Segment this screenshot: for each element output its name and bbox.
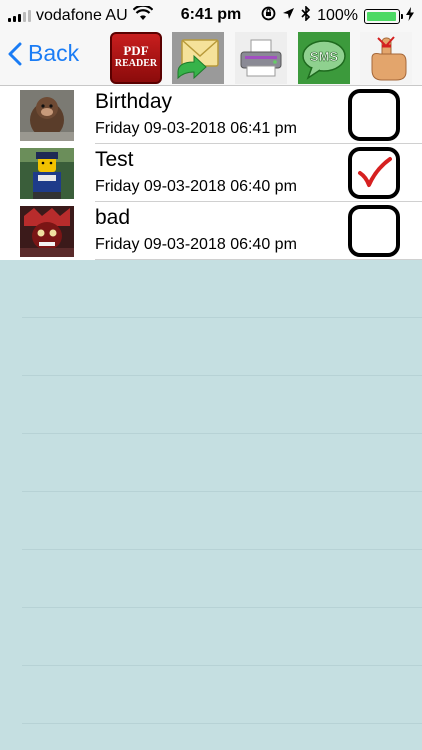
list-item[interactable]: bad Friday 09-03-2018 06:40 pm [0,202,422,260]
ruled-line [22,607,422,608]
ruled-line [22,723,422,724]
completion-checkbox[interactable] [348,205,400,257]
status-bar: vodafone AU 6:41 pm 100% [0,0,422,30]
item-title: bad [95,206,131,229]
checkmark-icon [358,157,392,187]
pdf-label: PDF [123,43,149,58]
bad-thumbnail [20,206,74,257]
location-arrow-icon [282,7,295,25]
print-button[interactable] [235,32,287,84]
battery-percent: 100% [317,7,358,24]
item-date: Friday 09-03-2018 06:40 pm [95,236,297,253]
back-button[interactable]: Back [8,40,79,67]
completion-checkbox[interactable] [348,147,400,199]
item-title: Test [95,148,134,171]
row-divider [95,259,422,260]
battery-fill [367,11,396,21]
email-button[interactable] [172,32,224,84]
sms-label: SMS [310,49,339,64]
item-date: Friday 09-03-2018 06:40 pm [95,178,297,195]
status-right: 100% [261,5,414,26]
ruled-line [22,665,422,666]
finger-ribbon-icon [371,36,407,81]
list-item[interactable]: Birthday Friday 09-03-2018 06:41 pm [0,86,422,144]
ruled-line [22,317,422,318]
birthday-thumbnail [20,90,74,141]
reader-label: READER [114,58,158,69]
ruled-line [22,433,422,434]
bluetooth-icon [301,5,311,26]
event-list: Birthday Friday 09-03-2018 06:41 pm Test… [0,86,422,260]
battery-icon [364,8,403,24]
list-item[interactable]: Test Friday 09-03-2018 06:40 pm [0,144,422,202]
test-thumbnail [20,148,74,199]
sms-bubble-icon: SMS [302,40,346,80]
pdf-reader-button[interactable]: PDF READER [110,32,162,84]
item-title: Birthday [95,90,173,113]
printer-icon [240,39,282,77]
charging-bolt-icon [406,6,414,26]
sms-button[interactable]: SMS [298,32,350,84]
back-label: Back [28,40,80,66]
ruled-line [22,375,422,376]
chevron-left-icon [8,42,22,65]
orientation-lock-icon [261,6,276,26]
envelope-forward-icon [177,39,219,80]
ruled-line [22,549,422,550]
ruled-line [22,491,422,492]
completion-checkbox[interactable] [348,89,400,141]
reminder-button[interactable] [360,32,412,84]
item-date: Friday 09-03-2018 06:41 pm [95,120,297,137]
navigation-bar: Back PDF READER SMS [0,30,422,86]
